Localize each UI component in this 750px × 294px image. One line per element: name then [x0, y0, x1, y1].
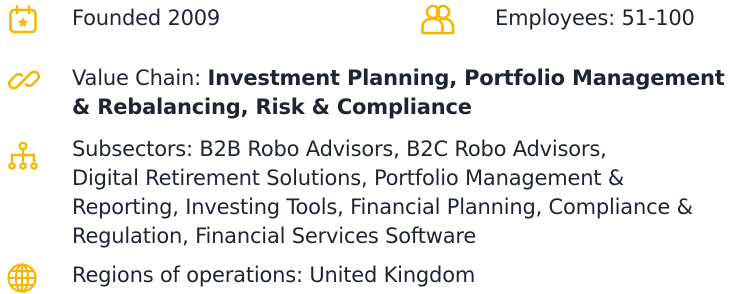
value-chain-line-1: Value Chain: Investment Planning, Portfo…	[72, 64, 725, 92]
hierarchy-icon	[8, 141, 38, 170]
regions-text: Regions of operations: United Kingdom	[72, 263, 476, 287]
people-icon	[421, 4, 455, 35]
subsectors-line-2: Digital Retirement Solutions, Portfolio …	[72, 166, 624, 190]
calendar-icon	[9, 5, 37, 34]
subsectors-line-3: Reporting, Investing Tools, Financial Pl…	[72, 195, 693, 219]
link-icon	[8, 70, 40, 90]
value-chain-value-line-2: & Rebalancing, Risk & Compliance	[72, 95, 472, 119]
value-chain-label: Value Chain:	[72, 66, 202, 90]
employees-text: Employees: 51-100	[495, 6, 695, 30]
subsectors-line-1: Subsectors: B2B Robo Advisors, B2C Robo …	[72, 137, 607, 161]
subsectors-line-4: Regulation, Financial Services Software	[72, 224, 477, 248]
value-chain-value-line-1: Investment Planning, Portfolio Managemen…	[207, 66, 725, 90]
founded-text: Founded 2009	[72, 6, 221, 30]
globe-icon	[7, 263, 37, 293]
